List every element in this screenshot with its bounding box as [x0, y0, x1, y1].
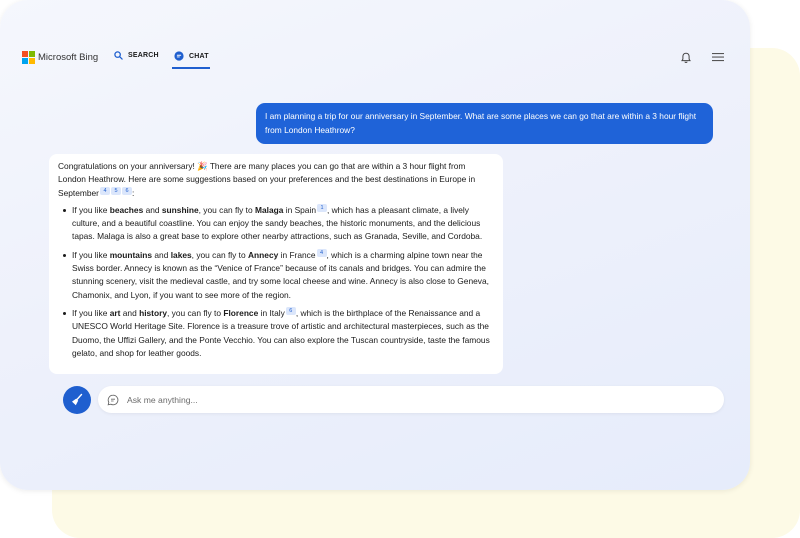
item-text: , you can fly to [198, 204, 255, 215]
tab-search[interactable]: SEARCH [114, 51, 159, 60]
item-text: , you can fly to [167, 307, 224, 318]
bing-chat-window: Microsoft Bing SEARCH CHAT I am planning… [0, 0, 750, 490]
item-destination: Malaga [254, 204, 284, 215]
item-destination: Annecy [248, 249, 279, 260]
brand[interactable]: Microsoft Bing [22, 51, 99, 64]
hamburger-menu-icon[interactable] [712, 52, 724, 62]
brand-name: Microsoft Bing [38, 51, 99, 63]
item-keyword: mountains [109, 249, 153, 260]
user-message: I am planning a trip for our anniversary… [256, 103, 713, 144]
chat-bubble-icon [107, 394, 119, 406]
citation-badge[interactable]: 4 [316, 248, 327, 257]
item-keyword: lakes [170, 249, 192, 260]
party-emoji: 🎉 [197, 161, 208, 171]
intro-end: : [131, 187, 135, 198]
microsoft-logo-icon [22, 51, 35, 64]
bot-intro: Congratulations on your anniversary! 🎉 T… [58, 160, 494, 200]
chat-input-box[interactable] [98, 386, 724, 413]
item-text: in France [278, 249, 316, 260]
item-keyword: sunshine [161, 204, 199, 215]
citation-badge[interactable]: 6 [121, 186, 132, 195]
item-text: If you like [72, 249, 110, 260]
item-keyword: art [109, 307, 121, 318]
item-text: If you like [72, 307, 110, 318]
tab-search-label: SEARCH [128, 52, 159, 59]
suggestion-item-florence: If you like art and history, you can fly… [58, 306, 494, 360]
top-header: Microsoft Bing SEARCH CHAT [0, 0, 750, 76]
item-text: in Italy [258, 307, 285, 318]
bell-icon[interactable] [681, 52, 691, 64]
search-icon [114, 51, 123, 60]
item-keyword: history [139, 307, 168, 318]
item-text: , you can fly to [191, 249, 248, 260]
intro-text-start: Congratulations on your anniversary! [58, 161, 198, 171]
item-text: and [143, 204, 162, 215]
chat-input[interactable] [125, 393, 709, 406]
active-tab-indicator [172, 67, 210, 69]
item-text: If you like [72, 204, 110, 215]
suggestion-item-malaga: If you like beaches and sunshine, you ca… [58, 203, 494, 244]
item-destination: Florence [223, 307, 259, 318]
suggestion-list: If you like beaches and sunshine, you ca… [58, 203, 494, 360]
citation-badge[interactable]: 5 [110, 186, 121, 195]
suggestion-item-annecy: If you like mountains and lakes, you can… [58, 248, 494, 302]
chat-icon [174, 51, 184, 61]
item-text: and [120, 307, 140, 318]
new-topic-button[interactable] [63, 386, 91, 414]
item-text: and [152, 249, 171, 260]
broom-icon [72, 393, 83, 407]
citation-badge[interactable]: 4 [99, 186, 110, 195]
citation-badge[interactable]: 6 [285, 306, 296, 315]
tab-chat[interactable]: CHAT [174, 51, 209, 61]
bot-response: Congratulations on your anniversary! 🎉 T… [49, 154, 503, 374]
tab-chat-label: CHAT [189, 52, 209, 60]
item-keyword: beaches [109, 204, 144, 215]
citation-badge[interactable]: 1 [316, 203, 327, 212]
item-text: in Spain [283, 204, 316, 215]
